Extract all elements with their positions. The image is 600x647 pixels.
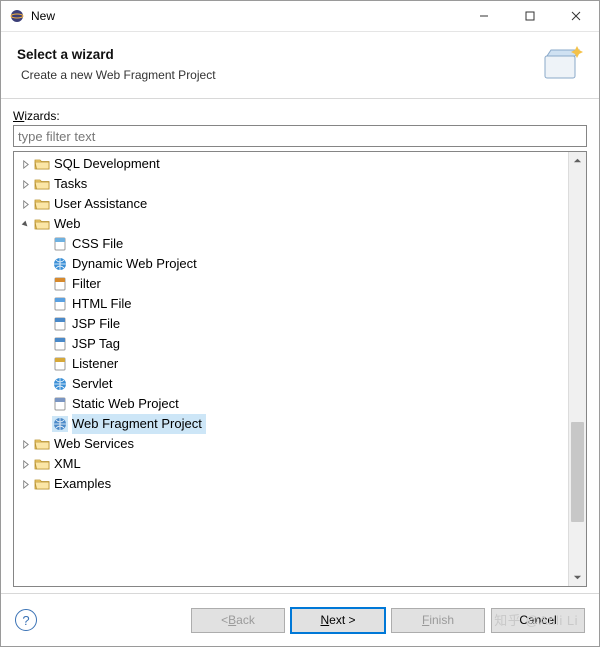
minimize-button[interactable] <box>461 1 507 31</box>
scroll-down-icon[interactable] <box>569 569 586 586</box>
tree-item-label: Tasks <box>54 174 87 194</box>
folder-icon <box>34 156 50 172</box>
tree-folder-tasks[interactable]: Tasks <box>14 174 568 194</box>
tree-item-label: JSP Tag <box>72 334 120 354</box>
cancel-button[interactable]: Cancel <box>491 608 585 633</box>
listener-icon <box>52 356 68 372</box>
scrollbar-thumb[interactable] <box>571 422 584 522</box>
servlet-icon <box>52 376 68 392</box>
css-icon <box>52 236 68 252</box>
back-button[interactable]: < Back <box>191 608 285 633</box>
tree-item-web-fragment-project[interactable]: Web Fragment Project <box>14 414 568 434</box>
finish-button[interactable]: Finish <box>391 608 485 633</box>
static-icon <box>52 396 68 412</box>
tree-item-css-file[interactable]: CSS File <box>14 234 568 254</box>
tree-item-html-file[interactable]: HTML File <box>14 294 568 314</box>
jsp-icon <box>52 316 68 332</box>
tree-item-label: Servlet <box>72 374 112 394</box>
tree-item-label: SQL Development <box>54 154 160 174</box>
tree-item-servlet[interactable]: Servlet <box>14 374 568 394</box>
chevron-right-icon[interactable] <box>18 177 32 191</box>
folder-icon <box>34 456 50 472</box>
help-icon[interactable]: ? <box>15 609 37 631</box>
window-title: New <box>31 9 55 23</box>
body: Wizards: SQL DevelopmentTasksUser Assist… <box>1 99 599 593</box>
tree-item-static-web-project[interactable]: Static Web Project <box>14 394 568 414</box>
maximize-button[interactable] <box>507 1 553 31</box>
wizard-banner-icon <box>539 42 583 86</box>
banner-title: Select a wizard <box>17 47 539 62</box>
chevron-down-icon[interactable] <box>18 217 32 231</box>
tree-folder-web[interactable]: Web <box>14 214 568 234</box>
tree-item-jsp-file[interactable]: JSP File <box>14 314 568 334</box>
tree-item-filter[interactable]: Filter <box>14 274 568 294</box>
html-icon <box>52 296 68 312</box>
button-bar: ? < Back Next > Finish Cancel <box>1 593 599 646</box>
tree-item-label: CSS File <box>72 234 123 254</box>
banner-description: Create a new Web Fragment Project <box>17 68 539 82</box>
folder-icon <box>34 216 50 232</box>
tree-item-label: Listener <box>72 354 118 374</box>
eclipse-icon <box>9 8 25 24</box>
chevron-right-icon[interactable] <box>18 197 32 211</box>
folder-icon <box>34 476 50 492</box>
tree-item-label: Web Services <box>54 434 134 454</box>
chevron-right-icon[interactable] <box>18 457 32 471</box>
fragment-icon <box>52 416 68 432</box>
folder-icon <box>34 436 50 452</box>
tree-item-label: Examples <box>54 474 111 494</box>
titlebar: New <box>1 1 599 32</box>
tree-item-label: Web Fragment Project <box>72 414 206 434</box>
tree-item-listener[interactable]: Listener <box>14 354 568 374</box>
banner: Select a wizard Create a new Web Fragmen… <box>1 32 599 99</box>
jsp-icon <box>52 336 68 352</box>
tree-item-label: Filter <box>72 274 101 294</box>
tree-item-label: XML <box>54 454 81 474</box>
wizards-label: Wizards: <box>13 109 587 123</box>
chevron-right-icon[interactable] <box>18 437 32 451</box>
tree-folder-user-assistance[interactable]: User Assistance <box>14 194 568 214</box>
tree-item-label: User Assistance <box>54 194 147 214</box>
tree-item-label: HTML File <box>72 294 131 314</box>
new-wizard-dialog: New Select a wizard Create a new Web Fra… <box>0 0 600 647</box>
tree-item-label: Static Web Project <box>72 394 179 414</box>
folder-icon <box>34 176 50 192</box>
tree-item-label: Web <box>54 214 81 234</box>
tree-item-jsp-tag[interactable]: JSP Tag <box>14 334 568 354</box>
filter-input[interactable] <box>13 125 587 147</box>
tree-folder-web-services[interactable]: Web Services <box>14 434 568 454</box>
tree-folder-xml[interactable]: XML <box>14 454 568 474</box>
tree-item-dynamic-web-project[interactable]: Dynamic Web Project <box>14 254 568 274</box>
wizard-tree: SQL DevelopmentTasksUser AssistanceWebCS… <box>13 151 587 587</box>
globe-icon <box>52 256 68 272</box>
filter-icon <box>52 276 68 292</box>
chevron-right-icon[interactable] <box>18 157 32 171</box>
tree-folder-examples[interactable]: Examples <box>14 474 568 494</box>
tree-folder-sql-development[interactable]: SQL Development <box>14 154 568 174</box>
vertical-scrollbar[interactable] <box>568 152 586 586</box>
next-button[interactable]: Next > <box>291 608 385 633</box>
tree-item-label: JSP File <box>72 314 120 334</box>
chevron-right-icon[interactable] <box>18 477 32 491</box>
tree-item-label: Dynamic Web Project <box>72 254 197 274</box>
scroll-up-icon[interactable] <box>569 152 586 169</box>
folder-icon <box>34 196 50 212</box>
close-button[interactable] <box>553 1 599 31</box>
